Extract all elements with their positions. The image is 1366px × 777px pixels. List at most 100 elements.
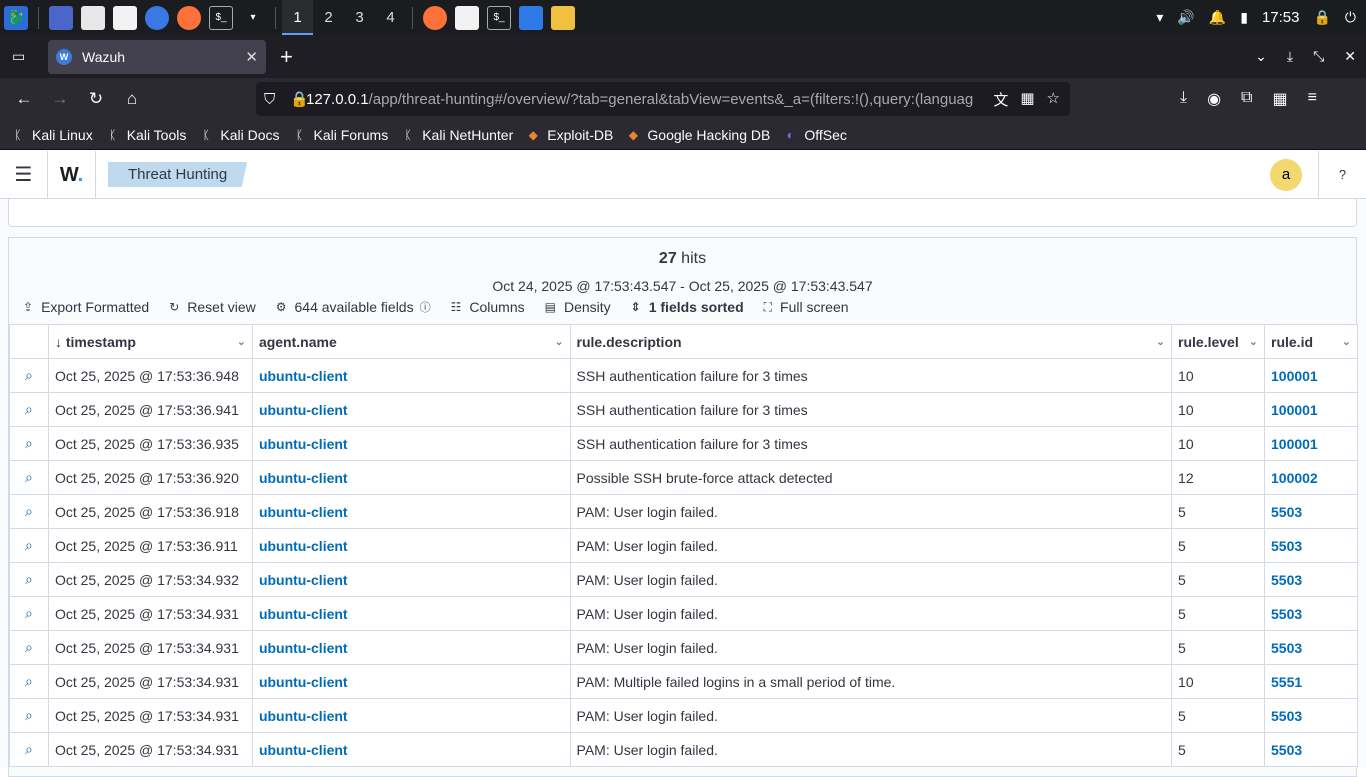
inspect-document-icon[interactable]: ⌕ [9,596,49,631]
restore-window-icon[interactable]: ⤡ [1313,48,1324,65]
list-tabs-icon[interactable]: ⌄ [1255,48,1267,65]
account-icon[interactable]: ◉ [1207,89,1221,109]
cell-agent-name[interactable]: ubuntu-client [251,460,571,495]
cell-agent-name[interactable]: ubuntu-client [251,562,571,597]
power-icon[interactable]: ⏻ [1345,9,1356,26]
sort-desc-icon[interactable]: ↓ [55,334,62,350]
tab-overview-icon[interactable]: ▭ [12,48,25,65]
column-header-timestamp[interactable]: ↓ timestamp ⌄ [47,324,253,359]
forward-icon[interactable]: → [42,89,78,109]
url-bar[interactable]: ⛉ 🔒 127.0.0.1/app/threat-hunting#/overvi… [256,82,1070,116]
kali-menu-icon[interactable]: 🐉 [4,5,28,30]
cell-agent-name[interactable]: ubuntu-client [251,494,571,529]
bookmark-star-icon[interactable]: ☆ [1047,89,1060,110]
inspect-document-icon[interactable]: ⌕ [9,664,49,699]
cell-rule-id[interactable]: 5503 [1264,528,1358,563]
shield-icon[interactable]: ⛉ [264,91,275,108]
chevron-down-icon[interactable]: ⌄ [554,335,563,348]
terminal-icon[interactable]: $_ [209,5,233,30]
browser-tab-wazuh[interactable]: W Wazuh ✕ [48,39,266,74]
text-editor-icon[interactable] [113,5,137,30]
bookmark-kali-linux[interactable]: ᛕ Kali Linux [10,127,92,143]
chevron-down-icon[interactable]: ⌄ [1156,335,1165,348]
reload-icon[interactable]: ↻ [78,89,114,109]
inspect-document-icon[interactable]: ⌕ [9,460,49,495]
downloads-arrow-icon[interactable]: ⤓ [1287,48,1293,65]
cell-agent-name[interactable]: ubuntu-client [251,426,571,461]
firefox-window-icon[interactable] [423,5,447,30]
translate-icon[interactable]: 文 [993,89,1008,110]
cell-agent-name[interactable]: ubuntu-client [251,664,571,699]
cell-rule-id[interactable]: 5503 [1264,698,1358,733]
cell-agent-name[interactable]: ubuntu-client [251,630,571,665]
workspace-2[interactable]: 2 [313,0,344,35]
desktop-icon[interactable] [49,5,73,30]
bookmark-kali-tools[interactable]: ᛕ Kali Tools [105,127,186,143]
qr-code-icon[interactable]: ▦ [1020,89,1034,110]
bookmark-kali-forums[interactable]: ᛕ Kali Forums [292,127,388,143]
chevron-down-icon[interactable]: ⌄ [1249,335,1258,348]
inspect-document-icon[interactable]: ⌕ [9,562,49,597]
terminal-window-icon[interactable]: $_ [487,5,511,30]
help-icon[interactable]: ? [1318,150,1366,199]
hamburger-menu-icon[interactable]: ≡ [1308,89,1317,109]
column-header-rule-level[interactable]: rule.level ⌄ [1171,324,1265,359]
cell-rule-id[interactable]: 5503 [1264,596,1358,631]
cell-agent-name[interactable]: ubuntu-client [251,528,571,563]
back-icon[interactable]: ← [6,89,42,109]
close-window-icon[interactable]: ✕ [1344,48,1356,65]
page-info-icon[interactable]: 🔒 [290,90,309,108]
cell-rule-id[interactable]: 5503 [1264,494,1358,529]
wifi-icon[interactable]: ▾ [1156,9,1163,26]
chevron-down-icon[interactable]: ⌄ [237,335,246,348]
cell-agent-name[interactable]: ubuntu-client [251,732,571,767]
available-fields-button[interactable]: ⚙ 644 available fields ⓘ [276,299,431,315]
avatar[interactable]: a [1270,158,1302,191]
customize-icon[interactable]: ▦ [1272,89,1287,109]
column-header-rule-description[interactable]: rule.description ⌄ [569,324,1173,359]
extensions-icon[interactable]: ⧉ [1241,89,1252,109]
new-tab-button[interactable]: + [280,44,293,70]
inspect-document-icon[interactable]: ⌕ [9,358,49,393]
cell-agent-name[interactable]: ubuntu-client [251,698,571,733]
cell-agent-name[interactable]: ubuntu-client [251,358,571,393]
bookmark-kali-nethunter[interactable]: ᛕ Kali NetHunter [400,127,514,143]
inspect-document-icon[interactable]: ⌕ [9,732,49,767]
bookmark-offsec[interactable]: ◐ OffSec [782,127,847,143]
volume-icon[interactable]: 🔊 [1177,9,1194,26]
inspect-document-icon[interactable]: ⌕ [9,698,49,733]
cell-rule-id[interactable]: 5503 [1264,630,1358,665]
columns-button[interactable]: ☷ Columns [451,299,525,315]
clock[interactable]: 17:53 [1262,9,1300,26]
url-text[interactable]: 127.0.0.1/app/threat-hunting#/overview/?… [306,91,974,108]
tab-close-icon[interactable]: ✕ [245,48,258,66]
inspect-document-icon[interactable]: ⌕ [9,630,49,665]
breadcrumb[interactable]: Threat Hunting [108,162,248,187]
battery-icon[interactable]: ▮ [1240,9,1248,26]
calendar-window-icon[interactable] [519,5,543,30]
bookmark-kali-docs[interactable]: ᛕ Kali Docs [198,127,280,143]
cell-rule-id[interactable]: 5551 [1264,664,1358,699]
notification-bell-icon[interactable]: 🔔 [1209,9,1226,26]
cell-agent-name[interactable]: ubuntu-client [251,392,571,427]
cell-rule-id[interactable]: 100001 [1264,392,1358,427]
cell-rule-id[interactable]: 100002 [1264,460,1358,495]
chevron-down-icon[interactable]: ▾ [241,6,265,30]
export-formatted-button[interactable]: ⇪ Export Formatted [23,299,149,315]
inspect-document-icon[interactable]: ⌕ [9,392,49,427]
chevron-down-icon[interactable]: ⌄ [1342,335,1351,348]
file-manager-icon[interactable] [81,5,105,30]
inspect-document-icon[interactable]: ⌕ [9,494,49,529]
full-screen-button[interactable]: ⛶ Full screen [764,299,849,315]
home-icon[interactable]: ⌂ [114,89,150,109]
lock-icon[interactable]: 🔒 [1313,9,1330,26]
reset-view-button[interactable]: ↻ Reset view [169,299,256,315]
firefox-icon[interactable] [177,5,201,30]
app-window-icon[interactable] [551,5,575,30]
cell-rule-id[interactable]: 5503 [1264,562,1358,597]
workspace-3[interactable]: 3 [344,0,375,35]
cell-rule-id[interactable]: 100001 [1264,358,1358,393]
wazuh-logo[interactable]: W. [48,150,96,199]
text-editor-window-icon[interactable] [455,5,479,30]
sort-fields-button[interactable]: ⇕ 1 fields sorted [631,299,744,315]
